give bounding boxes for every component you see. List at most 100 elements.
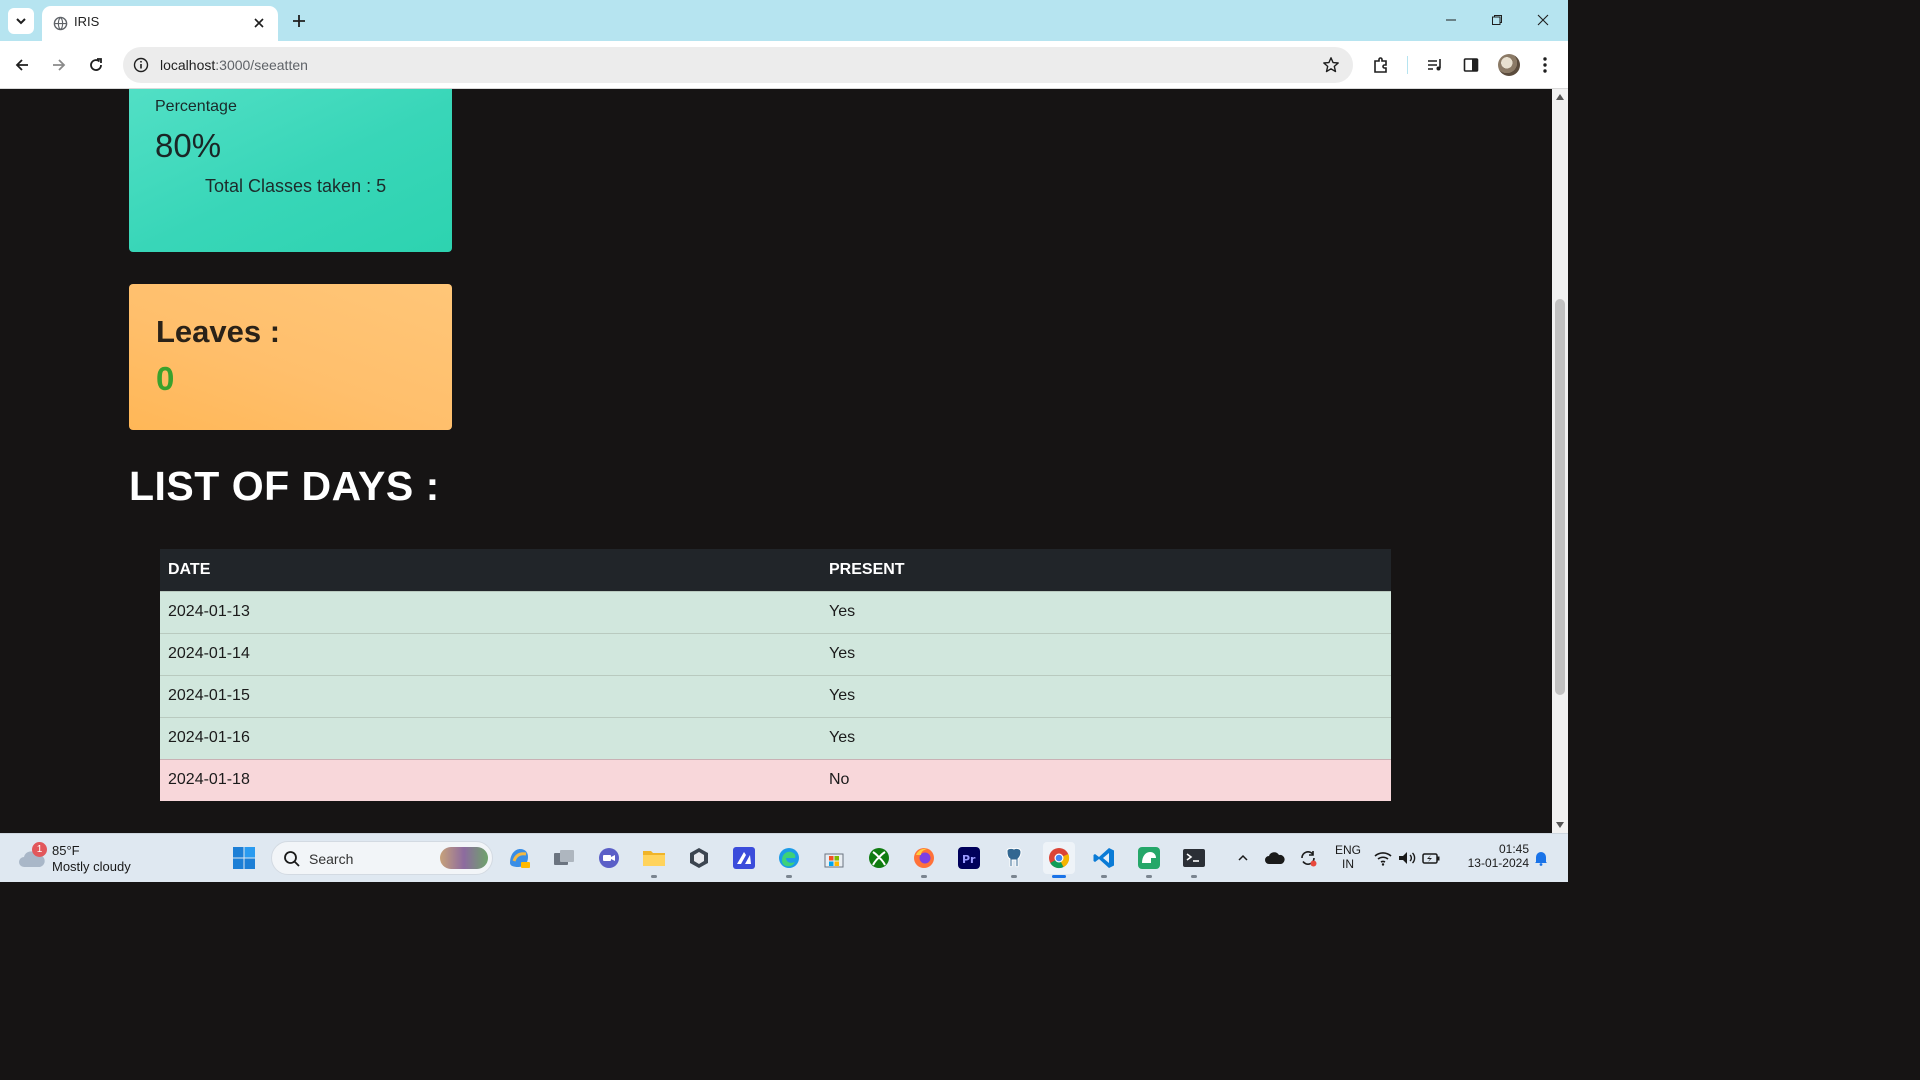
- present-cell: Yes: [821, 716, 1391, 759]
- table-row: 2024-01-16 Yes: [160, 716, 1391, 759]
- new-tab-button[interactable]: [286, 8, 312, 34]
- scrollbar-thumb[interactable]: [1555, 299, 1565, 695]
- pen-tool-icon: [733, 847, 755, 869]
- sync-icon: [1301, 851, 1317, 867]
- running-indicator: [651, 875, 657, 878]
- editor-app[interactable]: [728, 842, 760, 874]
- close-window-button[interactable]: [1526, 6, 1560, 34]
- present-cell: Yes: [821, 632, 1391, 675]
- edge-browser-app[interactable]: [773, 842, 805, 878]
- forward-button[interactable]: [45, 51, 73, 79]
- arrow-right-icon: [53, 59, 66, 71]
- chevron-up-icon: [1238, 854, 1248, 861]
- chevron-down-icon: [16, 18, 26, 25]
- edge-icon: [779, 848, 799, 868]
- clock[interactable]: 01:45 13-01-2024: [1455, 842, 1529, 870]
- plus-icon: [293, 15, 305, 27]
- table-row: 2024-01-14 Yes: [160, 632, 1391, 675]
- bookmark-star-button[interactable]: [1321, 55, 1341, 75]
- unity-hub-app[interactable]: [683, 842, 715, 874]
- browser-menu-button[interactable]: [1531, 51, 1559, 79]
- search-highlight-image: [440, 847, 488, 869]
- attendance-table: DATE PRESENT 2024-01-13 Yes 2024-01-14 Y…: [160, 549, 1391, 801]
- weather-widget[interactable]: 1 85°F Mostly cloudy: [18, 840, 148, 878]
- percentage-card: Percentage 80% Total Classes taken : 5: [129, 89, 452, 252]
- present-cell: Yes: [821, 674, 1391, 717]
- date-cell: 2024-01-15: [160, 674, 821, 717]
- reload-button[interactable]: [82, 51, 110, 79]
- running-indicator: [1146, 875, 1152, 878]
- terminal-icon: [1183, 849, 1205, 867]
- wifi-icon: [1374, 852, 1392, 866]
- percentage-value: 80%: [155, 127, 222, 164]
- media-control-button[interactable]: [1421, 51, 1449, 79]
- toolbar-separator: [1407, 56, 1408, 74]
- media-control-icon: [1428, 59, 1441, 71]
- side-panel-button[interactable]: [1457, 51, 1485, 79]
- profile-avatar[interactable]: [1498, 54, 1520, 76]
- running-indicator: [786, 875, 792, 878]
- date-cell: 2024-01-16: [160, 716, 821, 759]
- scroll-up-arrow-icon[interactable]: [1556, 94, 1564, 100]
- windows-taskbar: 1 85°F Mostly cloudy Search Pr ENG IN 01…: [0, 833, 1568, 882]
- language-code: ENG: [1334, 843, 1361, 857]
- info-icon[interactable]: [132, 56, 150, 74]
- puzzle-icon: [1374, 57, 1387, 73]
- close-tab-button[interactable]: [249, 13, 269, 33]
- weather-temperature: 85°F: [52, 843, 80, 858]
- address-bar[interactable]: localhost:3000/seeatten: [123, 47, 1353, 83]
- onedrive-tray[interactable]: [1262, 842, 1288, 874]
- teams-chat-app[interactable]: [593, 842, 625, 874]
- weather-alert-badge: 1: [32, 842, 47, 857]
- sync-tray[interactable]: [1295, 842, 1321, 874]
- copilot-icon: [510, 849, 530, 868]
- list-of-days-heading: LIST OF DAYS :: [129, 463, 440, 509]
- running-indicator: [1011, 875, 1017, 878]
- table-row: 2024-01-15 Yes: [160, 674, 1391, 717]
- tab-title: IRIS: [74, 14, 100, 29]
- side-panel-icon: [1463, 58, 1479, 72]
- close-icon: [1537, 14, 1549, 26]
- show-hidden-icons-button[interactable]: [1230, 842, 1256, 874]
- premiere-pro-app[interactable]: Pr: [953, 842, 985, 874]
- tab-search-button[interactable]: [8, 8, 34, 34]
- running-indicator: [921, 875, 927, 878]
- scroll-down-arrow-icon[interactable]: [1556, 822, 1564, 828]
- postgres-app[interactable]: [998, 842, 1030, 878]
- xbox-app[interactable]: [863, 842, 895, 874]
- search-icon: [284, 851, 300, 867]
- terminal-app[interactable]: [1178, 842, 1210, 878]
- clock-time: 01:45: [1498, 842, 1529, 856]
- extensions-button[interactable]: [1367, 51, 1395, 79]
- copilot-app[interactable]: [503, 842, 535, 874]
- database-client-icon: [1138, 847, 1160, 869]
- file-explorer-app[interactable]: [638, 842, 670, 878]
- url-text[interactable]: localhost:3000/seeatten: [160, 57, 308, 73]
- quick-settings-button[interactable]: [1372, 842, 1442, 874]
- minimize-icon: [1446, 19, 1456, 21]
- language-indicator[interactable]: ENG IN: [1333, 843, 1363, 871]
- vscode-app[interactable]: [1088, 842, 1120, 878]
- leaves-label: Leaves :: [156, 314, 281, 349]
- minimize-button[interactable]: [1434, 6, 1468, 34]
- task-view-icon: [554, 850, 574, 865]
- percentage-label: Percentage: [155, 98, 237, 115]
- present-cell: Yes: [821, 590, 1391, 633]
- region-code: IN: [1342, 857, 1354, 871]
- restore-button[interactable]: [1480, 6, 1514, 34]
- task-view-app[interactable]: [548, 842, 580, 874]
- start-button[interactable]: [228, 842, 260, 874]
- running-indicator: [1191, 875, 1197, 878]
- restore-icon: [1492, 15, 1502, 25]
- date-cell: 2024-01-14: [160, 632, 821, 675]
- firefox-app[interactable]: [908, 842, 940, 878]
- notifications-button[interactable]: [1530, 842, 1552, 874]
- chrome-app[interactable]: [1043, 842, 1075, 878]
- back-button[interactable]: [8, 51, 36, 79]
- browser-tab-active[interactable]: IRIS: [42, 6, 278, 41]
- total-classes-text: Total Classes taken : 5: [205, 176, 387, 196]
- microsoft-store-app[interactable]: [818, 842, 850, 874]
- taskbar-search-box[interactable]: Search: [271, 841, 493, 875]
- beekeeper-app[interactable]: [1133, 842, 1165, 878]
- page-scrollbar[interactable]: [1552, 89, 1568, 833]
